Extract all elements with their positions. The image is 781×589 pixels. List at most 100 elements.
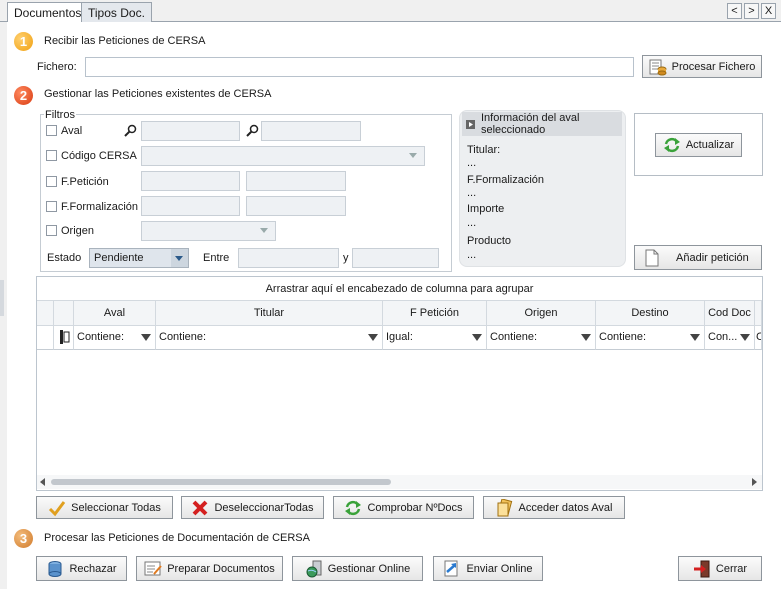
select-column-header[interactable] [54, 301, 74, 326]
tab-tipos-doc[interactable]: Tipos Doc. [81, 2, 152, 22]
search-icon[interactable] [124, 124, 137, 140]
cerrar-button[interactable]: Cerrar [678, 556, 762, 581]
documents-icon [496, 497, 514, 517]
info-fform-label: F.Formalización [467, 174, 545, 186]
search-icon[interactable] [246, 124, 259, 140]
procesar-fichero-label: Procesar Fichero [671, 60, 756, 73]
chevron-down-icon [175, 256, 183, 261]
fpeticion-from-input[interactable] [141, 171, 240, 191]
send-document-icon [443, 560, 461, 578]
refresh-icon [663, 136, 681, 154]
group-by-area[interactable]: Arrastrar aquí el encabezado de columna … [37, 277, 762, 301]
column-header-overflow [755, 301, 762, 326]
filter-cell-cod-doc[interactable]: Con... [705, 326, 755, 350]
filter-cell-aval[interactable]: Contiene: [74, 326, 156, 350]
aval-from-input[interactable] [141, 121, 240, 141]
estado-to-input[interactable] [352, 248, 439, 268]
origen-checkbox[interactable] [46, 225, 57, 236]
scrollbar-thumb[interactable] [51, 479, 391, 485]
fpeticion-checkbox[interactable] [46, 176, 57, 187]
seleccionar-todas-button[interactable]: Seleccionar Todas [36, 496, 173, 519]
aval-to-input[interactable] [261, 121, 361, 141]
filter-operator: Contiene: [77, 331, 125, 343]
filter-icon[interactable] [472, 334, 482, 341]
column-header-titular[interactable]: Titular [156, 301, 383, 326]
filter-row-icon-cell[interactable] [54, 326, 74, 350]
filter-row-indicator [37, 326, 54, 350]
tab-close-button[interactable]: X [761, 3, 776, 19]
chevron-down-icon [260, 228, 268, 233]
step-3-title: Procesar las Peticiones de Documentación… [44, 532, 310, 544]
fformalizacion-from-input[interactable] [141, 196, 240, 216]
new-document-icon [643, 249, 661, 267]
filter-cell-destino[interactable]: Contiene: [596, 326, 705, 350]
anadir-peticion-label: Añadir petición [676, 251, 749, 264]
filter-cell-titular[interactable]: Contiene: [156, 326, 383, 350]
codigo-checkbox[interactable] [46, 150, 57, 161]
preparar-documentos-button[interactable]: Preparar Documentos [136, 556, 283, 581]
fpeticion-label: F.Petición [61, 176, 109, 188]
checkmark-icon [48, 499, 66, 517]
info-importe-label: Importe [467, 203, 505, 215]
seleccionar-todas-label: Seleccionar Todas [71, 501, 161, 514]
side-splitter[interactable] [0, 280, 4, 316]
tab-prev-button[interactable]: < [727, 3, 742, 19]
filter-icon[interactable] [141, 334, 151, 341]
anadir-peticion-button[interactable]: Añadir petición [634, 245, 762, 270]
procesar-fichero-button[interactable]: Procesar Fichero [642, 55, 762, 78]
refresh-icon [344, 499, 362, 517]
row-indicator-header [37, 301, 54, 326]
column-header-origen[interactable]: Origen [487, 301, 596, 326]
enviar-online-button[interactable]: Enviar Online [433, 556, 543, 581]
tab-next-button[interactable]: > [744, 3, 759, 19]
tab-documentos[interactable]: Documentos [7, 2, 89, 23]
filter-icon[interactable] [690, 334, 700, 341]
column-header-fpeticion[interactable]: F Petición [383, 301, 487, 326]
scroll-right-icon[interactable] [752, 478, 757, 486]
info-producto-value: ... [467, 249, 477, 261]
red-x-icon [191, 499, 209, 517]
column-header-destino[interactable]: Destino [596, 301, 705, 326]
origen-label: Origen [61, 225, 95, 237]
info-titular-label: Titular: [467, 144, 501, 156]
estado-from-input[interactable] [238, 248, 339, 268]
fichero-input[interactable] [85, 57, 634, 77]
step-1-badge: 1 [14, 32, 33, 51]
deseleccionar-todas-button[interactable]: DeseleccionarTodas [181, 496, 324, 519]
origen-select[interactable] [141, 221, 276, 241]
database-file-icon [649, 58, 667, 76]
estado-select[interactable]: Pendiente [89, 248, 189, 268]
filter-cell-fpeticion[interactable]: Igual: [383, 326, 487, 350]
form-edit-icon [144, 560, 162, 578]
filter-cell-overflow: C [755, 326, 762, 350]
codigo-label: Código CERSA [61, 150, 137, 162]
filter-icon[interactable] [581, 334, 591, 341]
rechazar-label: Rechazar [69, 562, 117, 575]
filter-operator: Contiene: [599, 331, 647, 343]
gestionar-online-label: Gestionar Online [327, 562, 411, 575]
comprobar-ndocs-button[interactable]: Comprobar NºDocs [333, 496, 474, 519]
fpeticion-to-input[interactable] [246, 171, 346, 191]
y-label: y [343, 252, 349, 264]
rechazar-button[interactable]: Rechazar [36, 556, 127, 581]
filter-cell-origen[interactable]: Contiene: [487, 326, 596, 350]
database-icon [46, 560, 64, 578]
deseleccionar-todas-label: DeseleccionarTodas [214, 501, 314, 514]
filter-operator: Con... [708, 331, 738, 343]
aval-checkbox[interactable] [46, 125, 57, 136]
filter-operator: Contiene: [490, 331, 538, 343]
fformalizacion-label: F.Formalización [61, 201, 139, 213]
column-header-cod-doc[interactable]: Cod Doc [705, 301, 755, 326]
globe-server-icon [305, 560, 323, 578]
actualizar-button[interactable]: Actualizar [655, 133, 742, 157]
scroll-left-icon[interactable] [40, 478, 45, 486]
filter-icon[interactable] [740, 334, 750, 341]
acceder-datos-aval-button[interactable]: Acceder datos Aval [483, 496, 625, 519]
filter-icon[interactable] [368, 334, 378, 341]
gestionar-online-button[interactable]: Gestionar Online [292, 556, 423, 581]
fformalizacion-checkbox[interactable] [46, 201, 57, 212]
column-header-aval[interactable]: Aval [74, 301, 156, 326]
codigo-select[interactable] [141, 146, 425, 166]
fformalizacion-to-input[interactable] [246, 196, 346, 216]
expand-icon[interactable] [466, 120, 475, 129]
